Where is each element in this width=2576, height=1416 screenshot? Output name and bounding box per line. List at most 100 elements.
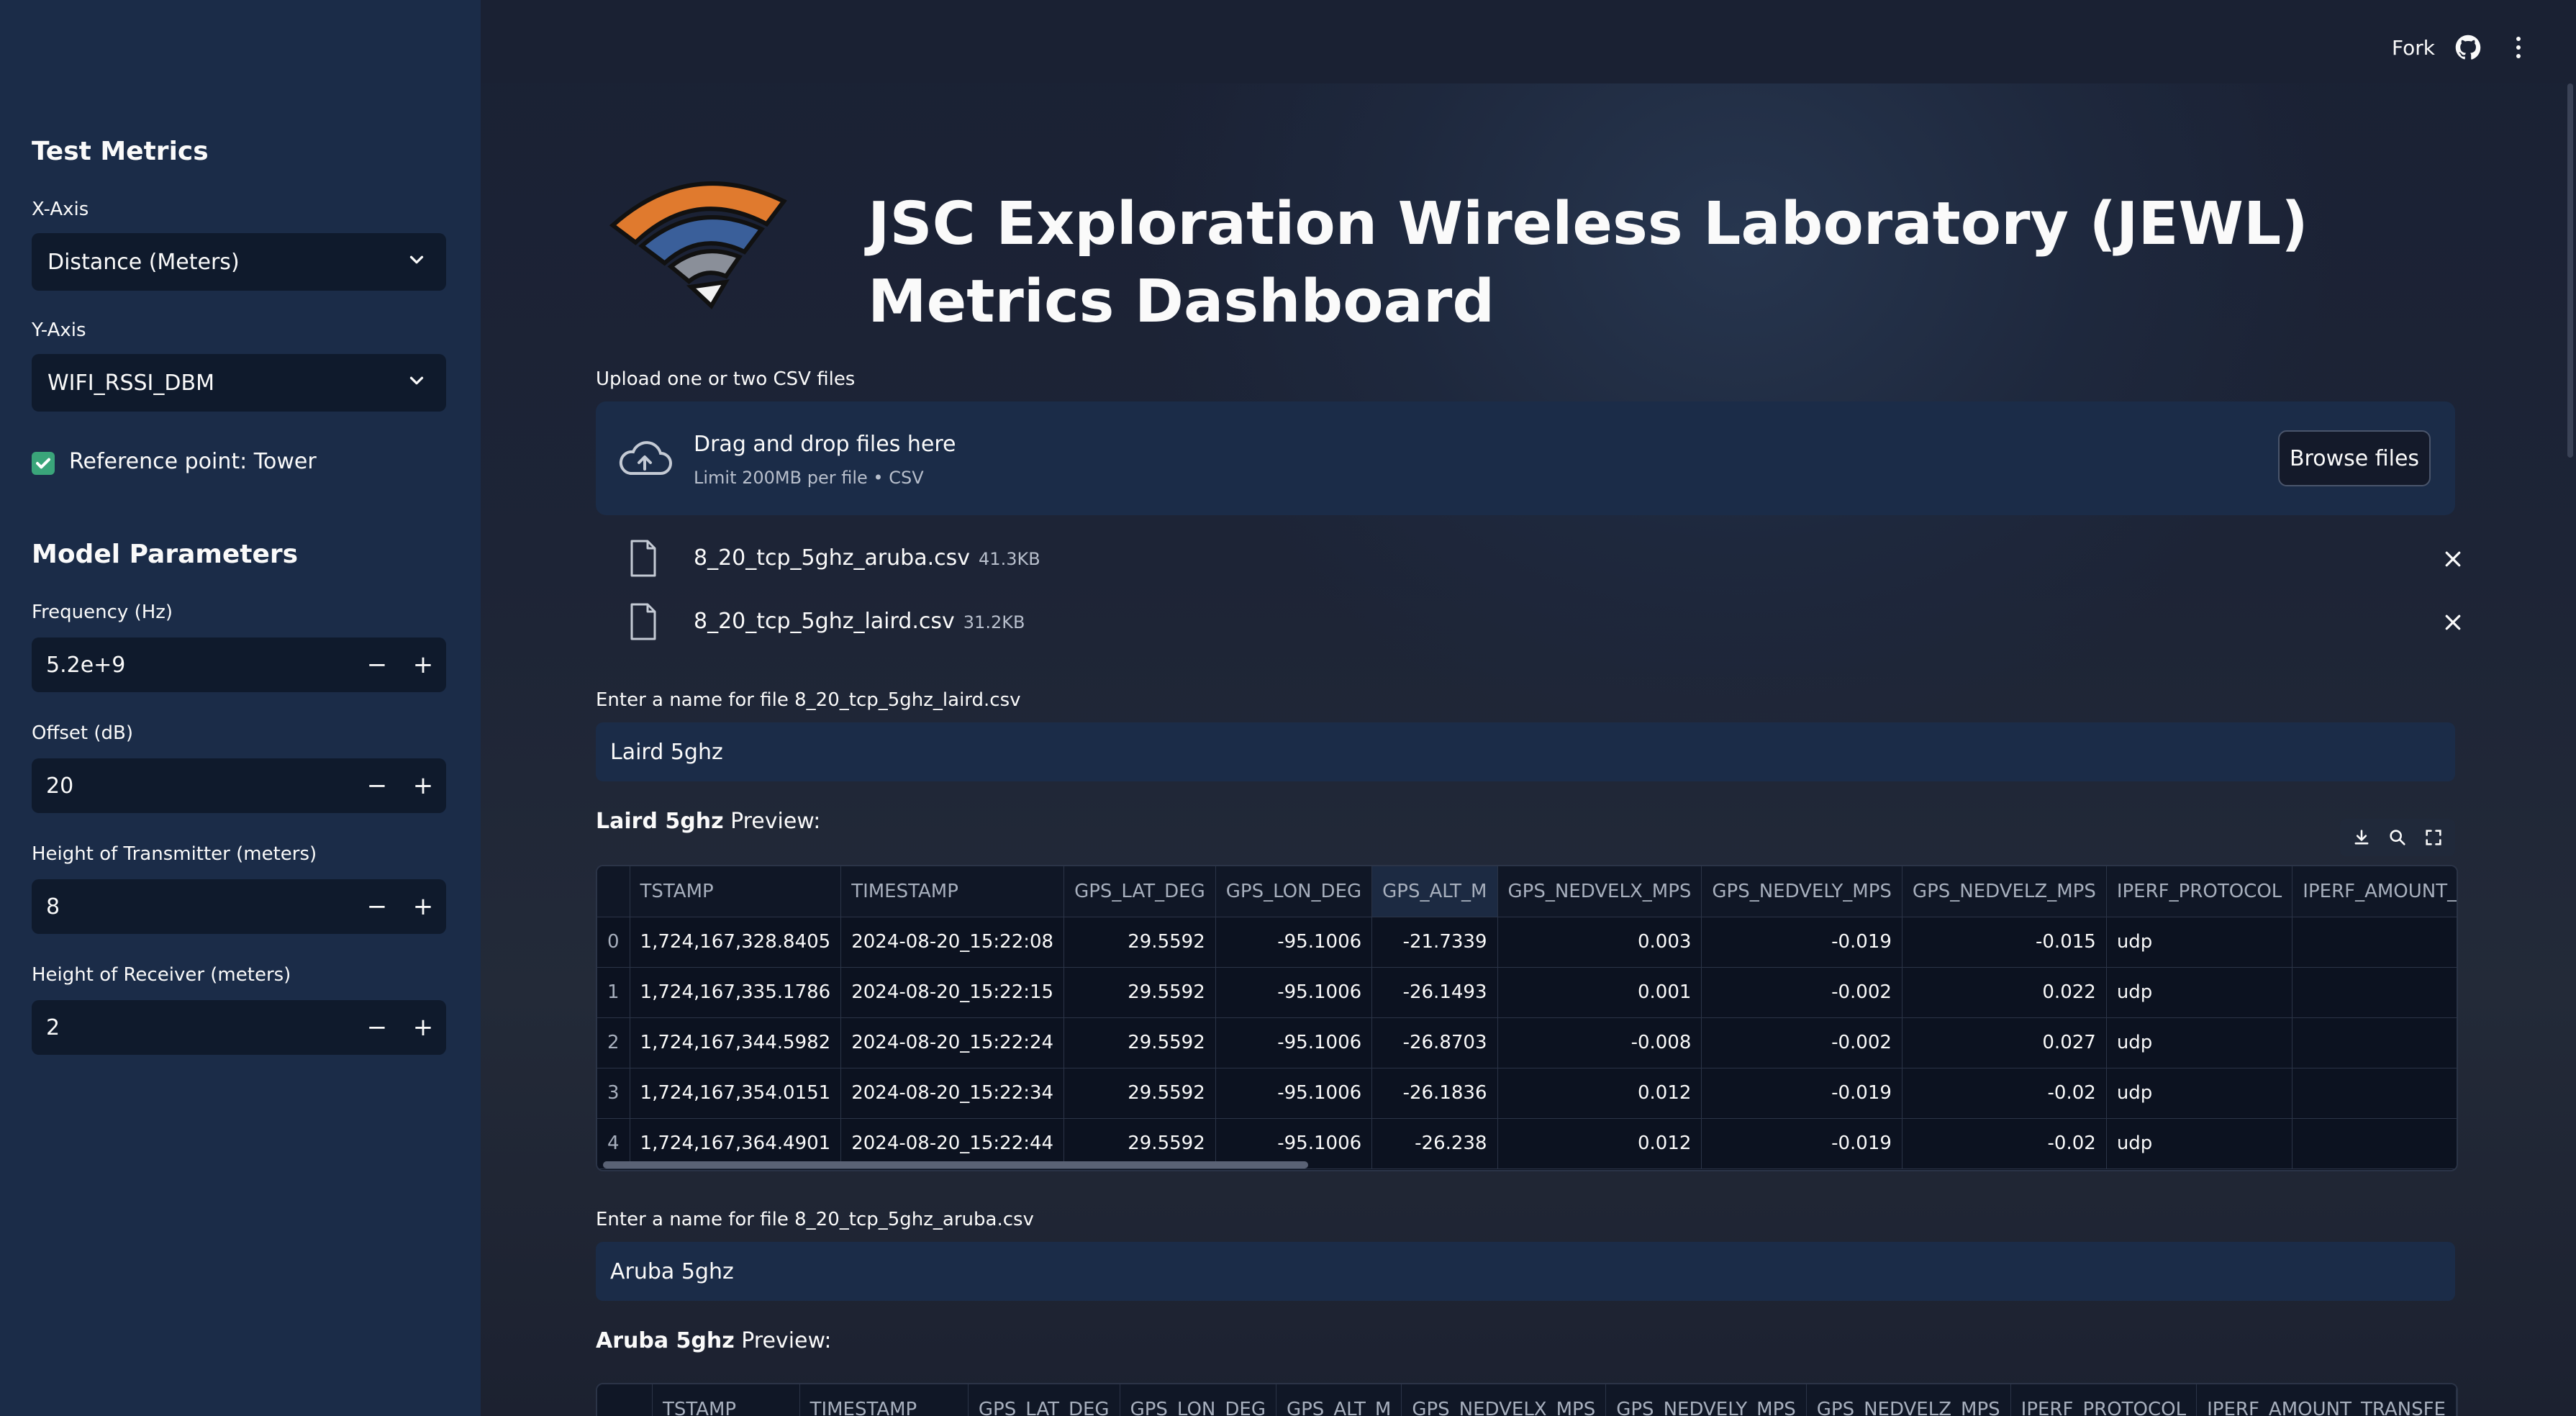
table-cell[interactable]: -0.002 bbox=[1701, 1017, 1902, 1068]
column-header[interactable]: GPS_NEDVELZ_MPS bbox=[1902, 866, 2107, 917]
column-header[interactable]: TSTAMP bbox=[652, 1384, 800, 1416]
table-row[interactable]: 0 1,724,167,328.8405 2024-08-20_15:22:08 29… bbox=[597, 917, 2457, 968]
column-header[interactable]: GPS_NEDVELY_MPS bbox=[1605, 1384, 1807, 1416]
y-axis-select[interactable]: WIFI_RSSI_DBM bbox=[32, 354, 446, 412]
close-icon[interactable] bbox=[2442, 548, 2464, 570]
table-cell[interactable]: 2024-08-20_15:22:34 bbox=[840, 1068, 1065, 1119]
table-cell[interactable]: -26.1493 bbox=[1371, 967, 1498, 1018]
table-cell[interactable]: -0.008 bbox=[1497, 1017, 1702, 1068]
reference-checkbox[interactable] bbox=[32, 452, 55, 475]
laird-name-input[interactable]: Laird 5ghz bbox=[596, 722, 2455, 781]
frequency-value[interactable]: 5.2e+9 bbox=[32, 653, 354, 678]
table-cell[interactable]: 29.5592 bbox=[1063, 1017, 1216, 1068]
rx-height-increment-button[interactable]: + bbox=[400, 1013, 446, 1042]
rx-height-input[interactable]: 2 − + bbox=[32, 1000, 446, 1055]
column-header[interactable]: GPS_NEDVELX_MPS bbox=[1401, 1384, 1607, 1416]
table-cell[interactable]: -0.019 bbox=[1701, 1068, 1902, 1119]
table-cell[interactable]: udp bbox=[2106, 967, 2293, 1018]
column-header[interactable]: IPERF_PROTOCOL bbox=[2010, 1384, 2198, 1416]
column-header[interactable] bbox=[597, 866, 630, 917]
github-icon[interactable] bbox=[2455, 35, 2481, 60]
row-index-cell[interactable]: 1 bbox=[597, 967, 630, 1018]
frequency-decrement-button[interactable]: − bbox=[354, 650, 400, 679]
column-header[interactable]: IPERF_AMOUNT_TRANSFE bbox=[2196, 1384, 2457, 1416]
offset-input[interactable]: 20 − + bbox=[32, 758, 446, 813]
column-header[interactable]: IPERF_AMOUNT_TRANSFE bbox=[2292, 866, 2457, 917]
frequency-increment-button[interactable]: + bbox=[400, 650, 446, 679]
table-cell[interactable]: 0.027 bbox=[1902, 1017, 2107, 1068]
fork-button[interactable]: Fork bbox=[2392, 36, 2435, 60]
column-header[interactable]: GPS_ALT_M bbox=[1276, 1384, 1402, 1416]
table-cell[interactable]: 1,724,167,344.5982 bbox=[630, 1017, 842, 1068]
column-header[interactable]: GPS_LAT_DEG bbox=[1063, 866, 1216, 917]
column-header[interactable]: GPS_LON_DEG bbox=[1120, 1384, 1276, 1416]
offset-increment-button[interactable]: + bbox=[400, 771, 446, 800]
row-index-cell[interactable]: 0 bbox=[597, 917, 630, 968]
column-header[interactable]: GPS_NEDVELY_MPS bbox=[1701, 866, 1902, 917]
table-cell[interactable]: 2024-08-20_15:22:15 bbox=[840, 967, 1065, 1018]
aruba-preview-table[interactable]: TSTAMP TIMESTAMP GPS_LAT_DEG GPS_LON_DEG… bbox=[596, 1383, 2458, 1416]
table-cell[interactable] bbox=[2292, 1118, 2457, 1169]
aruba-name-input[interactable]: Aruba 5ghz bbox=[596, 1242, 2455, 1301]
table-cell[interactable]: 29.5592 bbox=[1063, 967, 1216, 1018]
page-scrollbar[interactable] bbox=[2567, 83, 2573, 458]
x-axis-select[interactable]: Distance (Meters) bbox=[32, 233, 446, 291]
table-cell[interactable]: 0.001 bbox=[1497, 967, 1702, 1018]
download-icon[interactable] bbox=[2351, 827, 2372, 848]
table-cell[interactable]: -26.8703 bbox=[1371, 1017, 1498, 1068]
column-header[interactable]: TIMESTAMP bbox=[799, 1384, 969, 1416]
table-cell[interactable]: 1,724,167,328.8405 bbox=[630, 917, 842, 968]
table-cell[interactable]: 29.5592 bbox=[1063, 1068, 1216, 1119]
table-cell[interactable] bbox=[2292, 917, 2457, 968]
table-cell[interactable]: 0.022 bbox=[1902, 967, 2107, 1018]
table-cell[interactable] bbox=[2292, 1017, 2457, 1068]
row-index-cell[interactable]: 2 bbox=[597, 1017, 630, 1068]
column-header[interactable] bbox=[597, 1384, 653, 1416]
table-cell[interactable]: -95.1006 bbox=[1215, 1017, 1373, 1068]
column-header[interactable]: TSTAMP bbox=[630, 866, 842, 917]
table-cell[interactable]: -0.019 bbox=[1701, 1118, 1902, 1169]
table-cell[interactable]: 29.5592 bbox=[1063, 917, 1216, 968]
table-cell[interactable] bbox=[2292, 1068, 2457, 1119]
browse-files-button[interactable]: Browse files bbox=[2278, 430, 2431, 486]
tx-height-value[interactable]: 8 bbox=[32, 894, 354, 920]
row-index-cell[interactable]: 3 bbox=[597, 1068, 630, 1119]
column-header[interactable]: IPERF_PROTOCOL bbox=[2106, 866, 2293, 917]
tx-height-decrement-button[interactable]: − bbox=[354, 892, 400, 921]
table-cell[interactable]: -95.1006 bbox=[1215, 1068, 1373, 1119]
column-header[interactable]: GPS_LON_DEG bbox=[1215, 866, 1373, 917]
table-cell[interactable] bbox=[2292, 967, 2457, 1018]
table-cell[interactable]: 1,724,167,354.0151 bbox=[630, 1068, 842, 1119]
column-header[interactable]: GPS_ALT_M bbox=[1371, 866, 1498, 917]
table-cell[interactable]: -0.02 bbox=[1902, 1118, 2107, 1169]
table-cell[interactable]: -26.238 bbox=[1371, 1118, 1498, 1169]
frequency-input[interactable]: 5.2e+9 − + bbox=[32, 637, 446, 692]
column-header[interactable]: GPS_LAT_DEG bbox=[968, 1384, 1120, 1416]
table-cell[interactable]: udp bbox=[2106, 1017, 2293, 1068]
file-dropzone[interactable]: Drag and drop files here Limit 200MB per… bbox=[596, 401, 2455, 515]
table-cell[interactable]: -95.1006 bbox=[1215, 917, 1373, 968]
search-icon[interactable] bbox=[2387, 827, 2408, 848]
fullscreen-icon[interactable] bbox=[2423, 827, 2444, 848]
table-cell[interactable]: -0.002 bbox=[1701, 967, 1902, 1018]
table-cell[interactable]: -21.7339 bbox=[1371, 917, 1498, 968]
table-cell[interactable]: -0.015 bbox=[1902, 917, 2107, 968]
table-cell[interactable]: -0.019 bbox=[1701, 917, 1902, 968]
table-cell[interactable]: 2024-08-20_15:22:08 bbox=[840, 917, 1065, 968]
reference-checkbox-label[interactable]: Reference point: Tower bbox=[69, 449, 317, 474]
table-row[interactable]: 1 1,724,167,335.1786 2024-08-20_15:22:15 29… bbox=[597, 967, 2457, 1018]
column-header[interactable]: GPS_NEDVELZ_MPS bbox=[1806, 1384, 2011, 1416]
table-cell[interactable]: udp bbox=[2106, 917, 2293, 968]
table-cell[interactable]: 0.012 bbox=[1497, 1068, 1702, 1119]
table-cell[interactable]: udp bbox=[2106, 1068, 2293, 1119]
offset-value[interactable]: 20 bbox=[32, 773, 354, 799]
laird-preview-table[interactable]: TSTAMP TIMESTAMP GPS_LAT_DEG GPS_LON_DEG… bbox=[596, 865, 2458, 1171]
close-icon[interactable] bbox=[2442, 612, 2464, 633]
table-cell[interactable]: 0.012 bbox=[1497, 1118, 1702, 1169]
kebab-menu-icon[interactable] bbox=[2511, 35, 2526, 60]
rx-height-value[interactable]: 2 bbox=[32, 1015, 354, 1040]
tx-height-input[interactable]: 8 − + bbox=[32, 879, 446, 934]
table-cell[interactable]: udp bbox=[2106, 1118, 2293, 1169]
table-cell[interactable]: 1,724,167,335.1786 bbox=[630, 967, 842, 1018]
table-horizontal-scrollbar[interactable] bbox=[603, 1161, 1308, 1168]
